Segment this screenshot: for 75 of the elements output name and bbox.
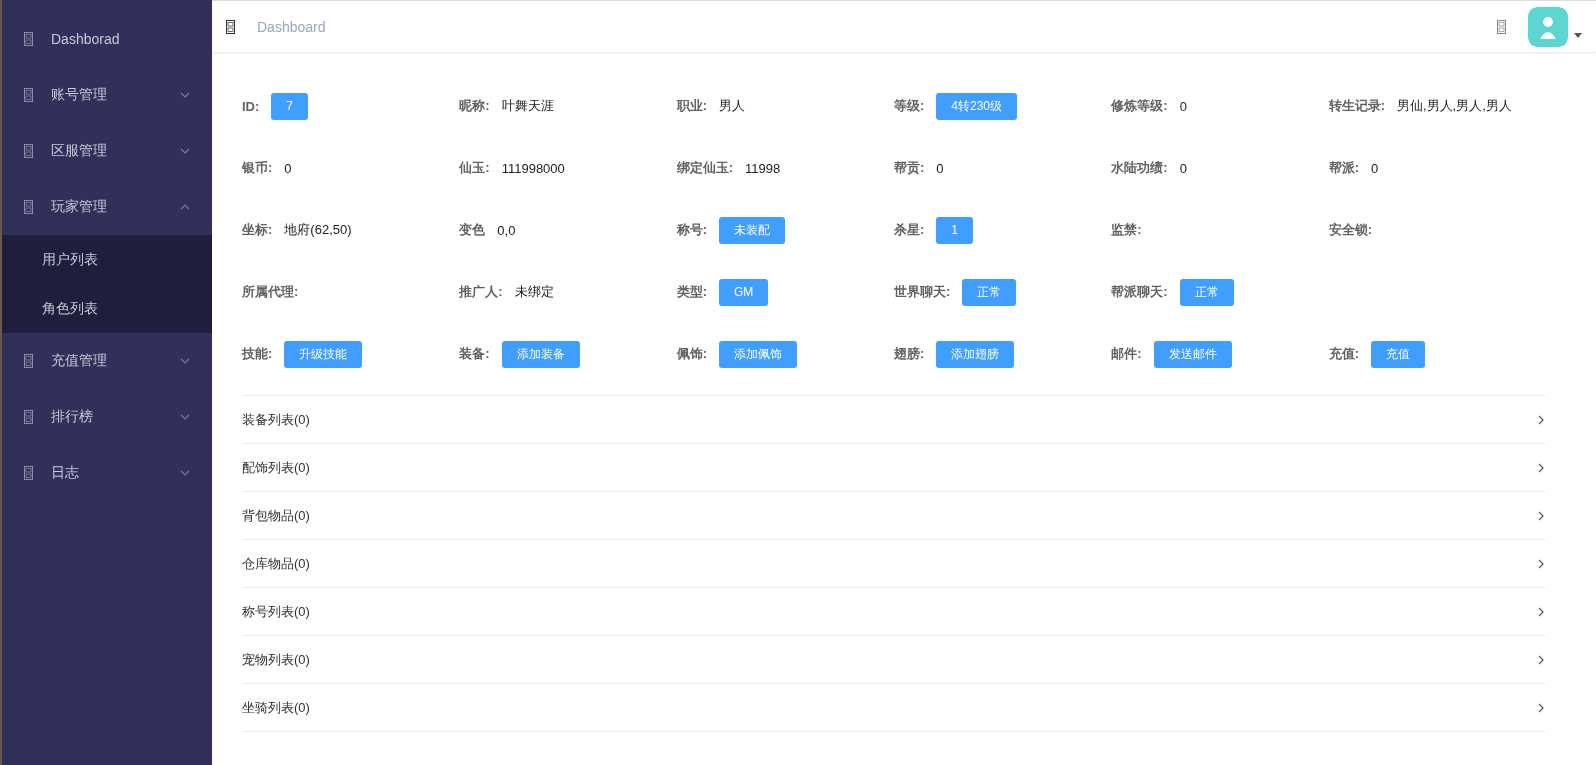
section-title: 背包物品(0) [242,506,311,525]
field-value: 叶舞天涯 [501,97,554,115]
section-title: 配饰列表(0) [242,458,311,477]
field-value: 未绑定 [514,283,554,301]
missing-glyph-icon [24,410,33,424]
collapse-header[interactable]: 背包物品(0) [242,492,1546,540]
field-label: ID: [242,98,260,114]
field-label: 银币: [242,159,273,177]
field-label: 邮件: [1111,345,1142,363]
field-value: 男人 [719,97,745,115]
field-label: 世界聊天: [894,283,951,301]
field-label: 装备: [459,345,490,363]
field-value: 0 [1371,160,1379,176]
missing-glyph-icon [24,200,33,214]
menu-item[interactable]: 排行榜 [2,389,212,445]
section-title: 装备列表(0) [242,410,311,429]
field-label: 帮派: [1328,159,1359,177]
field-label: 转生记录: [1328,97,1385,115]
field-value: 0 [1179,98,1187,114]
section-title: 仓库物品(0) [242,554,311,573]
field-label: 等级: [894,97,925,115]
field-label: 仙玉: [459,159,490,177]
field-label: 昵称: [459,97,490,115]
menu-item[interactable]: 充值管理 [2,333,212,389]
field-value: 0 [284,160,292,176]
section-title: 坐骑列表(0) [242,698,311,717]
field-label: 技能: [242,345,273,363]
field-label: 佩饰: [676,345,707,363]
field-label: 翅膀: [894,345,925,363]
section-title: 称号列表(0) [242,602,311,621]
field-label: 修炼等级: [1111,97,1168,115]
field-label: 称号: [676,221,707,239]
field-label: 类型: [676,283,707,301]
collapse-header[interactable]: 称号列表(0) [242,588,1546,636]
field-value: 111998000 [501,160,565,176]
field-value: 0 [936,160,944,176]
missing-glyph-icon [1497,19,1506,34]
field-label: 帮派聊天: [1111,283,1168,301]
field-value: 11998 [745,160,781,176]
field-value: 男仙,男人,男人,男人 [1397,97,1512,115]
menu-item[interactable]: 区服管理 [2,123,212,179]
field-label: 水陆功绩: [1111,159,1168,177]
field-label: 安全锁: [1328,221,1372,239]
field-label: 监禁: [1111,221,1142,239]
missing-glyph-icon [226,19,235,34]
field-label: 杀星: [894,221,925,239]
field-value: 0,0 [497,222,516,238]
menu-item[interactable]: Dashborad [2,11,212,67]
submenu-item[interactable]: 用户列表 [2,235,212,284]
collapse-header[interactable]: 配饰列表(0) [242,444,1546,492]
field-label: 坐标: [242,221,273,239]
field-value: 地府(62,50) [284,221,352,239]
field-label: 绑定仙玉: [676,159,733,177]
field-label: 职业: [676,97,707,115]
menu-item[interactable]: 账号管理 [2,67,212,123]
field-label: 帮贡: [894,159,925,177]
collapse-header[interactable]: 仓库物品(0) [242,540,1546,588]
section-title: 宠物列表(0) [242,650,311,669]
collapse-header[interactable]: 装备列表(0) [242,396,1546,444]
missing-glyph-icon [24,466,33,480]
collapse-header[interactable]: 宠物列表(0) [242,636,1546,684]
dropdown-caret-icon[interactable] [1574,33,1582,38]
field-label: 推广人: [459,283,503,301]
menu-item[interactable]: 玩家管理 [2,179,212,235]
menu-item[interactable]: 日志 [2,445,212,501]
field-label: 充值: [1328,345,1359,363]
field-value: 0 [1179,160,1187,176]
missing-glyph-icon [24,354,33,368]
collapse-header[interactable]: 坐骑列表(0) [242,684,1546,732]
submenu-item[interactable]: 角色列表 [2,284,212,333]
field-label: 变色 [459,221,486,239]
field-label: 所属代理: [242,283,299,301]
missing-glyph-icon [24,144,33,158]
missing-glyph-icon [24,32,33,46]
missing-glyph-icon [24,88,33,102]
